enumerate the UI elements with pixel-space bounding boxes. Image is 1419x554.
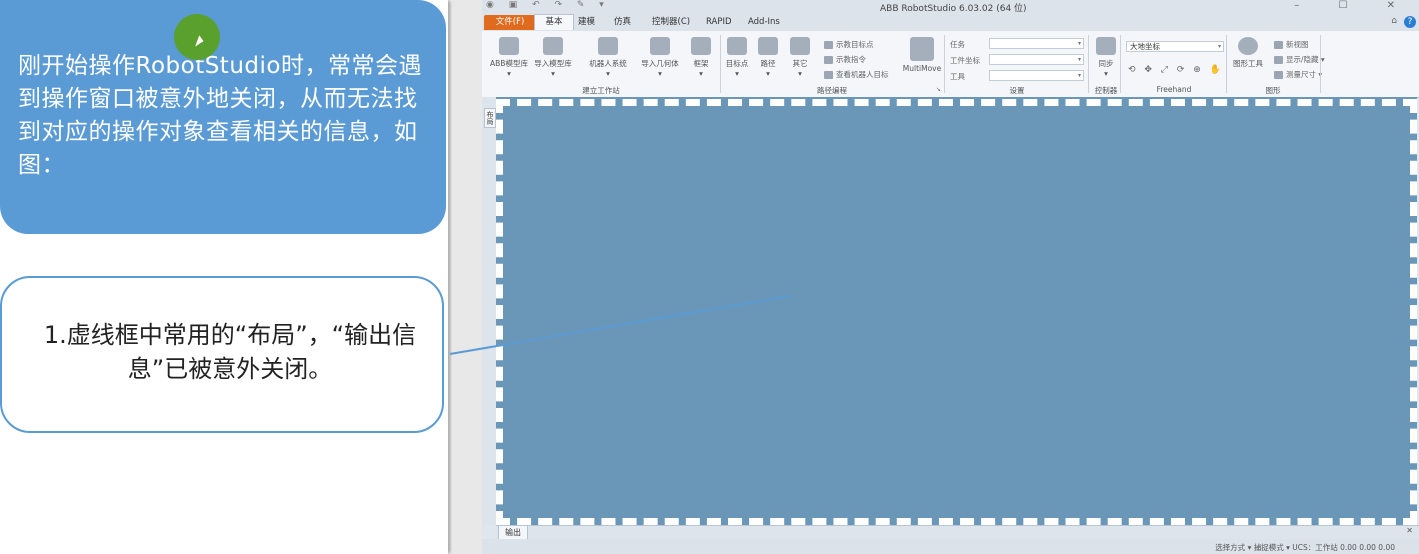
left-dock-strip xyxy=(482,97,497,525)
status-bar: 选择方式 ▾ 捕捉模式 ▾ UCS：工作站 0.00 0.00 0.00 xyxy=(482,539,1419,554)
ribbon: ABB模型库 ▾ 导入模型库 ▾ 机器人系统 ▾ 导入几何体 ▾ 框架 ▾ 建立工作站 目… xyxy=(482,31,1419,98)
frame-icon xyxy=(691,37,711,55)
dialog-launcher-icon[interactable]: ↘ xyxy=(936,86,941,93)
chevron-down-icon: ▾ xyxy=(1077,40,1081,47)
new-view-icon xyxy=(1274,41,1283,49)
callout-text: 1.虚线框中常用的“布局”，“输出信息”已被意外关闭。 xyxy=(43,321,417,383)
view-robot-target-button[interactable]: 查看机器人目标 xyxy=(824,69,889,80)
workobject-label: 工件坐标 xyxy=(950,56,980,65)
tool-label: 工具 xyxy=(950,72,965,81)
group-label-controller: 控制器 xyxy=(1094,86,1118,95)
multimove-icon xyxy=(910,37,934,61)
ribbon-minimize-icon[interactable]: ⌂ xyxy=(1391,16,1397,26)
cursor-highlight-icon xyxy=(174,14,220,60)
import-library-icon xyxy=(543,37,563,55)
window-controls[interactable]: – ☐ ✕ xyxy=(1294,0,1413,11)
help-icon[interactable]: ? xyxy=(1404,16,1416,28)
new-view-button[interactable]: 新视图 xyxy=(1274,39,1309,50)
other-icon xyxy=(790,37,810,55)
close-icon[interactable]: ✕ xyxy=(1406,526,1413,535)
teach-target-icon xyxy=(824,41,833,49)
show-hide-icon xyxy=(1274,56,1283,64)
measure-icon xyxy=(1274,71,1283,79)
chevron-down-icon: ▾ xyxy=(1077,72,1081,79)
layout-tab[interactable]: 布局 xyxy=(484,108,496,128)
sync-icon xyxy=(1096,37,1116,55)
output-tab[interactable]: 输出 xyxy=(498,526,528,540)
other-button[interactable]: 其它 ▾ xyxy=(786,37,814,78)
import-geometry-button[interactable]: 导入几何体 ▾ xyxy=(638,37,682,78)
group-separator xyxy=(944,35,945,93)
path-icon xyxy=(758,37,778,55)
slide-panel: 刚开始操作RobotStudio时，常常会遇到操作窗口被意外地关闭，从而无法找到… xyxy=(0,0,448,554)
highlight-dashed-frame xyxy=(496,99,1417,525)
group-label-path-programming: 路径编程 xyxy=(817,86,847,95)
tab-modeling[interactable]: 建模 xyxy=(574,15,599,30)
group-label-build-station: 建立工作站 xyxy=(582,86,620,95)
graphics-tools-button[interactable]: 图形工具 xyxy=(1230,37,1266,69)
intro-box: 刚开始操作RobotStudio时，常常会遇到操作窗口被意外地关闭，从而无法找到… xyxy=(0,0,446,234)
path-button[interactable]: 路径 ▾ xyxy=(754,37,782,78)
tab-addins[interactable]: Add-Ins xyxy=(744,15,784,30)
show-hide-button[interactable]: 显示/隐藏 ▾ xyxy=(1274,54,1325,65)
group-label-settings: 设置 xyxy=(1009,86,1025,95)
sync-button[interactable]: 同步 ▾ xyxy=(1092,37,1120,78)
teach-instruction-icon xyxy=(824,56,833,64)
tab-rapid[interactable]: RAPID xyxy=(702,15,736,30)
group-label-freehand: Freehand xyxy=(1156,85,1192,94)
group-separator xyxy=(1320,35,1321,93)
teach-instruction-button[interactable]: 示教指令 xyxy=(824,54,866,65)
status-text: 选择方式 ▾ 捕捉模式 ▾ UCS：工作站 0.00 0.00 0.00 xyxy=(1215,543,1395,552)
ribbon-tabs: 文件(F) 基本 建模 仿真 控制器(C) RAPID Add-Ins ⌂ ? xyxy=(482,14,1419,31)
task-combo[interactable]: ▾ xyxy=(989,38,1084,49)
tab-simulation[interactable]: 仿真 xyxy=(610,15,635,30)
import-library-button[interactable]: 导入模型库 ▾ xyxy=(532,37,574,78)
group-separator xyxy=(1226,35,1227,93)
coordinate-system-combo[interactable]: 大地坐标 ▾ xyxy=(1126,41,1224,52)
group-separator xyxy=(720,35,721,93)
divider xyxy=(452,0,482,554)
robot-system-button[interactable]: 机器人系统 ▾ xyxy=(586,37,630,78)
workobject-combo[interactable]: ▾ xyxy=(989,54,1084,65)
group-separator xyxy=(1120,35,1121,93)
abb-library-button[interactable]: ABB模型库 ▾ xyxy=(488,37,530,78)
quick-access-toolbar[interactable]: ◉ ▣ ↶ ↷ ✎ ▾ xyxy=(486,0,610,10)
target-button[interactable]: 目标点 ▾ xyxy=(722,37,752,78)
callout-box: 1.虚线框中常用的“布局”，“输出信息”已被意外关闭。 xyxy=(0,276,444,433)
chevron-down-icon: ▾ xyxy=(1217,43,1221,50)
target-icon xyxy=(727,37,747,55)
robot-library-icon xyxy=(499,37,519,55)
multimove-button[interactable]: MultiMove xyxy=(900,37,944,73)
eye-icon xyxy=(1238,37,1258,55)
tab-basic[interactable]: 基本 xyxy=(534,14,574,30)
group-label-graphics: 图形 xyxy=(1265,86,1281,95)
geometry-icon xyxy=(650,37,670,55)
title-bar: ◉ ▣ ↶ ↷ ✎ ▾ ABB RobotStudio 6.03.02 (64 … xyxy=(482,0,1419,14)
output-panel-bar: 输出 ✕ xyxy=(496,525,1419,540)
frame-button[interactable]: 框架 ▾ xyxy=(686,37,716,78)
intro-text: 刚开始操作RobotStudio时，常常会遇到操作窗口被意外地关闭，从而无法找到… xyxy=(18,53,422,178)
measure-button[interactable]: 测量尺寸 ▾ xyxy=(1274,69,1322,80)
window-title: ABB RobotStudio 6.03.02 (64 位) xyxy=(880,4,1027,14)
view-target-icon xyxy=(824,71,833,79)
robot-system-icon xyxy=(598,37,618,55)
teach-target-button[interactable]: 示教目标点 xyxy=(824,39,874,50)
task-label: 任务 xyxy=(950,40,965,49)
tool-combo[interactable]: ▾ xyxy=(989,70,1084,81)
tab-file[interactable]: 文件(F) xyxy=(484,15,536,30)
freehand-tools[interactable]: ⟲ ✥ ⤢ ⟳ ⊕ ✋ xyxy=(1128,65,1224,75)
tab-controller[interactable]: 控制器(C) xyxy=(648,15,694,30)
chevron-down-icon: ▾ xyxy=(1077,56,1081,63)
